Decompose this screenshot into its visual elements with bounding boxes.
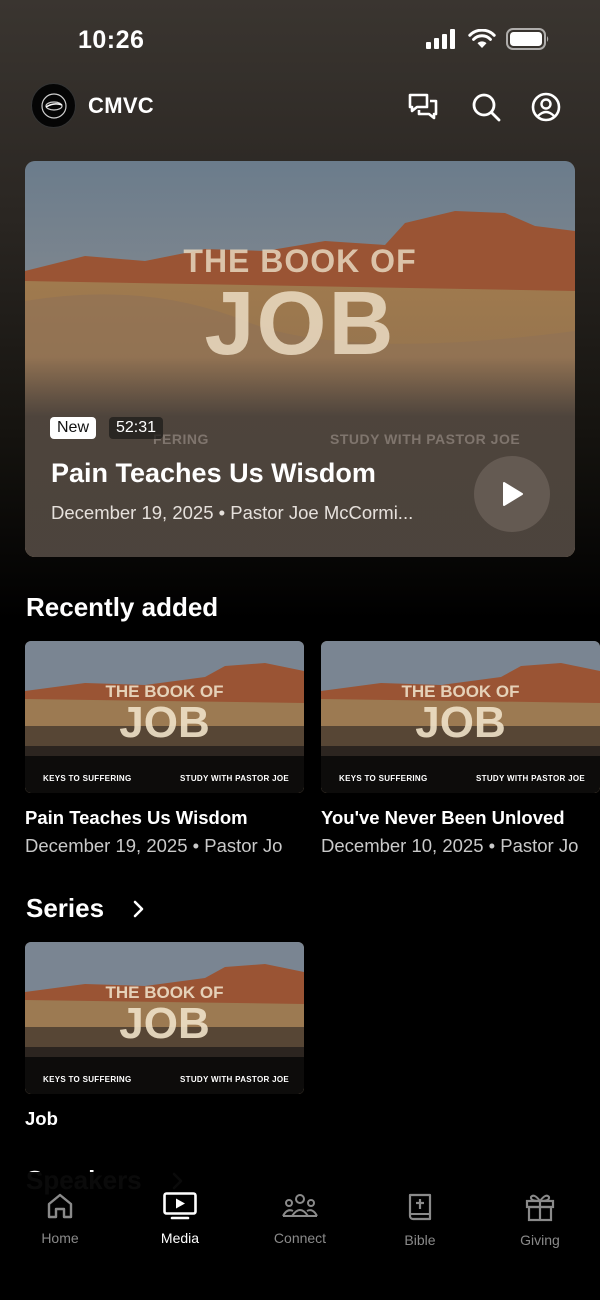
hero-title: Pain Teaches Us Wisdom <box>51 458 376 488</box>
media-title: You've Never Been Unloved <box>321 807 565 828</box>
hero-art-line2: JOB <box>204 274 396 374</box>
recently-added-heading: Recently added <box>26 592 219 622</box>
search-button[interactable] <box>469 90 503 124</box>
thumb-caption-right: STUDY WITH PASTOR JOE <box>476 774 585 783</box>
thumb-art-line2: JOB <box>119 698 210 747</box>
profile-button[interactable] <box>529 90 563 124</box>
account-circle-icon <box>531 92 561 122</box>
featured-media-card[interactable]: THE BOOK OF JOB FERING STUDY WITH PASTOR… <box>25 161 575 557</box>
chat-button[interactable] <box>406 90 440 124</box>
series-thumbnail: THE BOOK OF JOB KEYS TO SUFFERING STUDY … <box>25 942 304 1094</box>
church-logo[interactable] <box>31 83 76 128</box>
media-title: Pain Teaches Us Wisdom <box>25 807 248 828</box>
hero-meta: December 19, 2025 • Pastor Joe McCormi..… <box>51 502 414 523</box>
thumb-art-line2: JOB <box>119 999 210 1048</box>
media-thumbnail: THE BOOK OF JOB KEYS TO SUFFERING STUDY … <box>25 641 304 793</box>
app-header: CMVC <box>0 80 600 132</box>
status-bar: 10:26 <box>0 0 600 80</box>
bible-icon <box>408 1193 432 1221</box>
series-title: Job <box>25 1108 58 1129</box>
media-meta: December 19, 2025 • Pastor Jo <box>25 835 283 856</box>
media-card[interactable]: THE BOOK OF JOB KEYS TO SUFFERING STUDY … <box>321 641 600 857</box>
tab-giving[interactable]: Giving <box>490 1192 590 1248</box>
hero-art-caption-right: STUDY WITH PASTOR JOE <box>330 431 521 447</box>
app-title: CMVC <box>88 93 154 118</box>
series-heading[interactable]: Series <box>26 893 104 924</box>
tab-media[interactable]: Media <box>130 1192 230 1246</box>
tab-label: Bible <box>404 1232 436 1248</box>
gift-icon <box>525 1194 555 1222</box>
play-icon <box>503 482 523 506</box>
people-icon <box>282 1194 318 1217</box>
tab-home[interactable]: Home <box>10 1192 110 1246</box>
cellular-signal-icon <box>426 29 455 49</box>
chevron-right-icon[interactable] <box>129 899 149 919</box>
thumb-art-line2: JOB <box>415 698 506 747</box>
series-card[interactable]: THE BOOK OF JOB KEYS TO SUFFERING STUDY … <box>25 942 304 1130</box>
thumb-caption-left: KEYS TO SUFFERING <box>43 1075 132 1084</box>
status-icons <box>426 28 550 50</box>
chat-bubbles-icon <box>408 93 438 120</box>
church-logo-icon <box>40 92 67 119</box>
new-badge: New <box>50 417 97 439</box>
wifi-icon <box>468 29 496 48</box>
thumb-caption-left: KEYS TO SUFFERING <box>339 774 428 783</box>
tab-label: Giving <box>520 1232 560 1248</box>
media-thumbnail: THE BOOK OF JOB KEYS TO SUFFERING STUDY … <box>321 641 600 793</box>
battery-icon <box>506 28 549 50</box>
search-icon <box>472 93 501 122</box>
media-meta: December 10, 2025 • Pastor Jo <box>321 835 579 856</box>
media-card[interactable]: THE BOOK OF JOB KEYS TO SUFFERING STUDY … <box>25 641 304 857</box>
tab-connect[interactable]: Connect <box>250 1192 350 1246</box>
status-time: 10:26 <box>78 26 145 54</box>
tab-label: Home <box>41 1230 79 1246</box>
duration-badge: 52:31 <box>109 417 164 439</box>
bottom-tab-bar: Home Media Connect Bible Giving <box>0 1172 600 1300</box>
thumb-caption-right: STUDY WITH PASTOR JOE <box>180 774 289 783</box>
thumb-caption-left: KEYS TO SUFFERING <box>43 774 132 783</box>
play-button[interactable] <box>474 456 550 532</box>
thumb-caption-right: STUDY WITH PASTOR JOE <box>180 1075 289 1084</box>
home-icon <box>47 1193 73 1219</box>
tab-label: Connect <box>273 1230 327 1246</box>
tv-play-icon <box>163 1192 197 1220</box>
tab-label: Media <box>160 1230 200 1246</box>
tab-bible[interactable]: Bible <box>370 1192 470 1248</box>
